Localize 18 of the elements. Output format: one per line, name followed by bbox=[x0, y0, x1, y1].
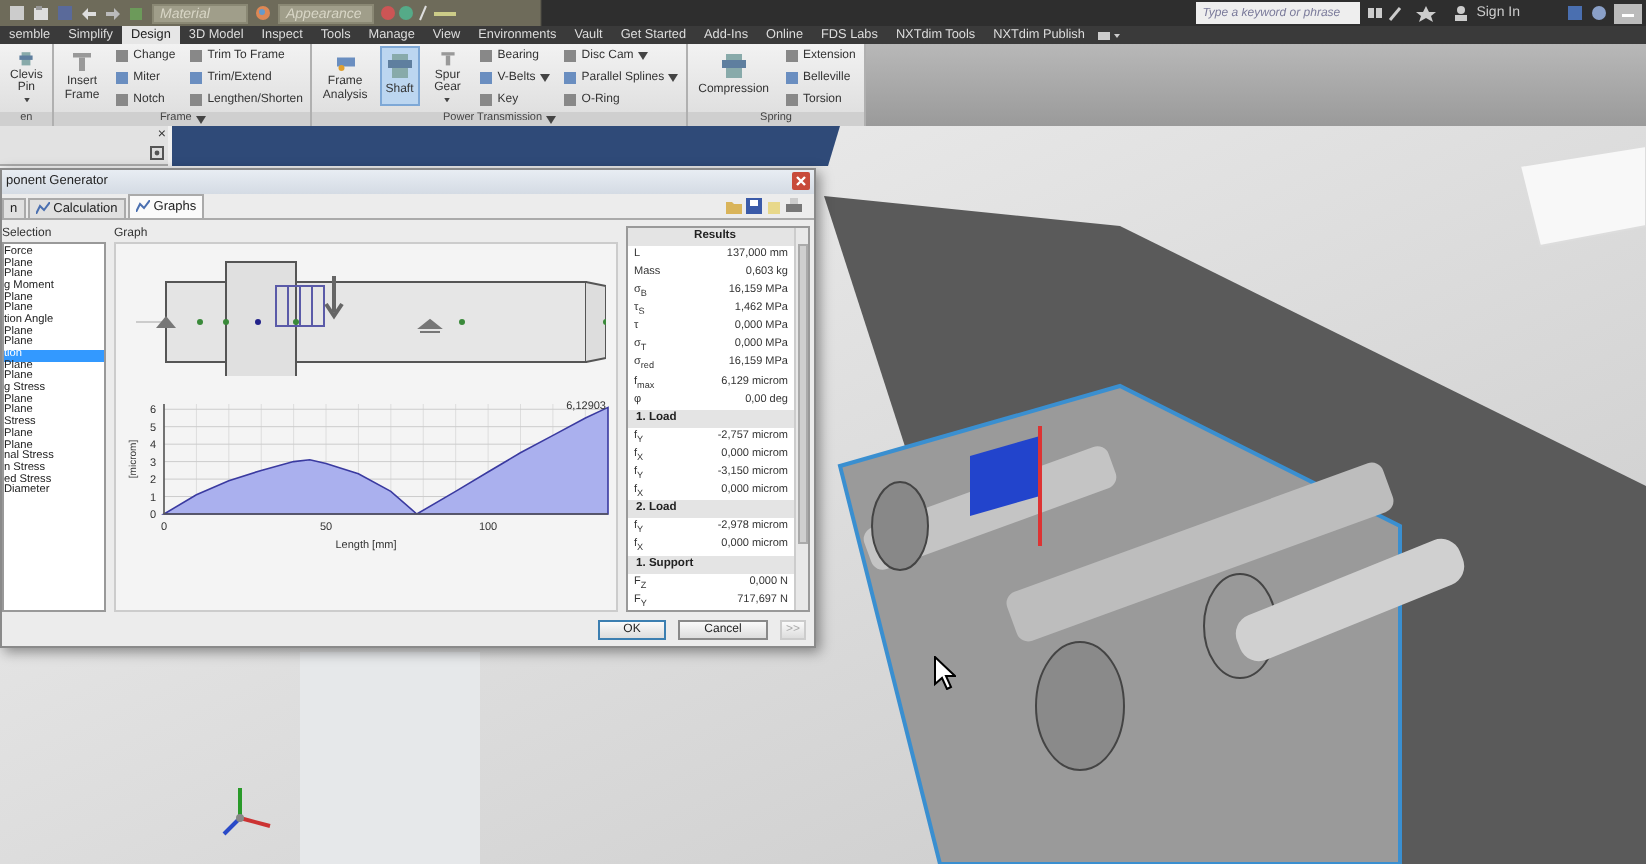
print-icon[interactable] bbox=[786, 197, 802, 214]
user-icon[interactable] bbox=[1452, 4, 1471, 22]
display-options-icon[interactable] bbox=[1093, 26, 1122, 44]
tool-icon bbox=[717, 50, 750, 82]
tool-icon bbox=[383, 50, 416, 82]
minimize-icon[interactable] bbox=[1614, 3, 1642, 23]
cursor-icon bbox=[934, 656, 956, 690]
scrollbar-thumb[interactable] bbox=[797, 243, 807, 544]
new-file-icon[interactable] bbox=[8, 4, 26, 22]
tab-icon bbox=[135, 200, 150, 213]
color-ball-icon[interactable] bbox=[254, 4, 272, 22]
redo-icon[interactable] bbox=[104, 4, 122, 22]
open-folder-icon[interactable] bbox=[32, 4, 50, 22]
toolbar-icons-icon[interactable] bbox=[380, 4, 460, 22]
undo-icon[interactable] bbox=[80, 4, 98, 22]
scrollbar[interactable] bbox=[794, 227, 808, 610]
close-icon[interactable] bbox=[792, 172, 810, 191]
tab-icon bbox=[35, 202, 50, 215]
